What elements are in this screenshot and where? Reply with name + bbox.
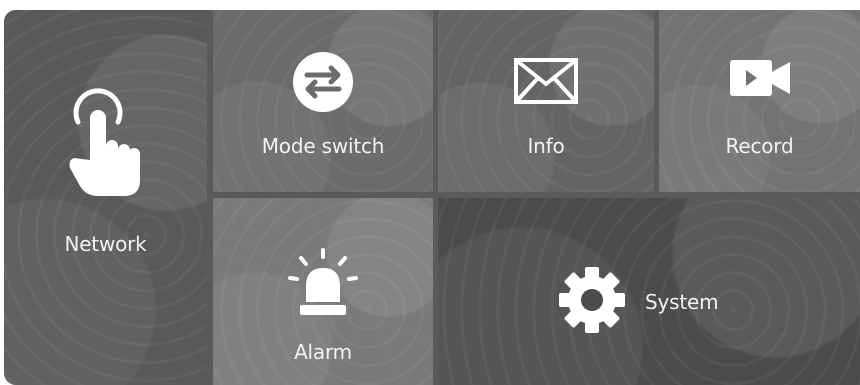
- network-tile[interactable]: Network: [4, 10, 207, 385]
- video-camera-icon: [729, 56, 790, 100]
- alarm-label: Alarm: [294, 340, 352, 364]
- system-label: System: [645, 290, 719, 314]
- mode-switch-tile[interactable]: Mode switch: [213, 10, 433, 192]
- envelope-icon: [514, 58, 578, 104]
- swap-arrows-icon: [293, 52, 353, 112]
- info-tile[interactable]: Info: [438, 10, 654, 192]
- info-label: Info: [527, 134, 565, 158]
- mode-switch-label: Mode switch: [261, 134, 385, 158]
- system-tile[interactable]: System: [438, 198, 860, 385]
- alarm-tile[interactable]: Alarm: [213, 198, 433, 385]
- gear-icon: [558, 266, 626, 334]
- network-label: Network: [64, 232, 147, 256]
- record-tile[interactable]: Record: [659, 10, 860, 192]
- main-menu-panel: Network Mode switch Info Record Alarm Sy…: [4, 10, 860, 385]
- touch-hand-icon: [68, 88, 144, 198]
- siren-light-icon: [288, 248, 358, 318]
- record-label: Record: [725, 134, 794, 158]
